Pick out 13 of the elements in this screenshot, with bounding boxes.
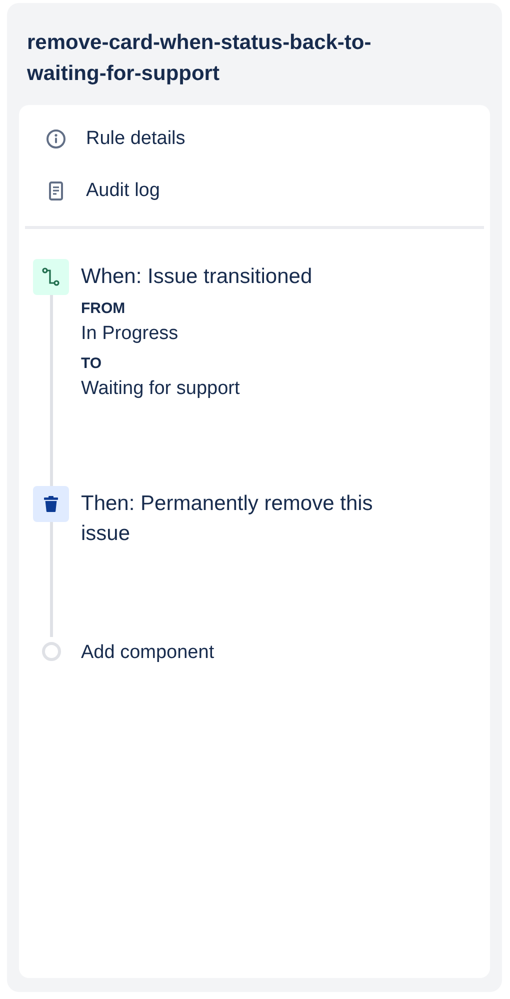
menu-item[interactable]: Rule details <box>25 113 484 165</box>
trash-icon[interactable] <box>33 486 69 522</box>
info-icon <box>45 128 67 150</box>
menu-item[interactable]: Audit log <box>25 165 484 217</box>
empty-circle-icon <box>42 642 60 661</box>
step-title: Then: Permanently remove this issue <box>81 491 374 547</box>
field-value: Waiting for support <box>81 377 241 401</box>
field-label: TO <box>81 354 103 374</box>
field-label: FROM <box>81 299 126 319</box>
step-title: When: Issue transitioned <box>81 264 314 290</box>
add-component-link[interactable]: Add component <box>81 640 214 666</box>
field-value: In Progress <box>81 322 180 346</box>
rule-title: remove-card-when-status-back-to-waiting-for-support <box>26 30 372 87</box>
